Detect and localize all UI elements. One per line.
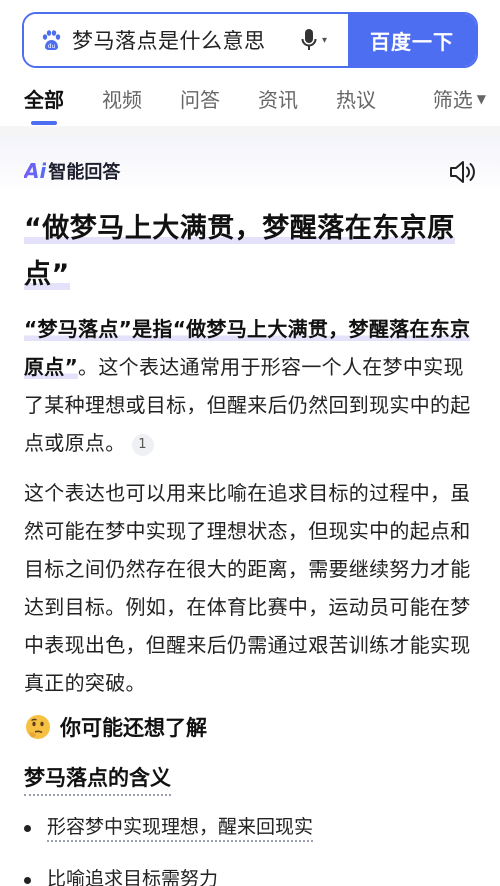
tab-all[interactable]: 全部 [24,84,64,113]
list-item[interactable]: 形容梦中实现理想，醒来回现实 [24,814,476,842]
svg-text:du: du [48,43,56,50]
search-button[interactable]: 百度一下 [348,14,476,66]
related-heading: 你可能还想了解 [24,712,476,742]
ai-header: Ai 智能回答 [24,136,476,206]
list-item-text: 比喻追求目标需努力 [47,866,218,886]
search-query-text[interactable]: 梦马落点是什么意思 [72,25,294,55]
section-divider [0,126,500,136]
ai-brand: Ai 智能回答 [24,158,120,184]
answer-title: “做梦马上大满贯，梦醒落在东京原 点” [24,206,476,298]
speaker-icon[interactable] [448,158,476,186]
search-input[interactable]: du 梦马落点是什么意思 ▾ [24,14,348,66]
microphone-icon[interactable] [298,27,320,53]
ai-brand-label: 智能回答 [48,162,121,183]
answer-paragraph-1: “梦马落点”是指“做梦马上大满贯，梦醒落在东京原点”。这个表达通常用于形容一个人… [24,310,476,462]
tab-video[interactable]: 视频 [102,84,142,113]
thinking-face-icon [24,713,52,741]
related-list: 形容梦中实现理想，醒来回现实 比喻追求目标需努力 [24,814,476,886]
related-subtitle-link[interactable]: 梦马落点的含义 [24,762,171,796]
ai-logo-icon: Ai [24,159,47,183]
baidu-paw-icon: du [38,27,64,53]
ai-answer-card: Ai 智能回答 “做梦马上大满贯，梦醒落在东京原 点” “梦马落点”是指“做梦马… [0,136,500,886]
related-heading-text: 你可能还想了解 [60,716,207,740]
tab-qa[interactable]: 问答 [180,84,220,113]
list-item[interactable]: 比喻追求目标需努力 [24,866,476,886]
search-bar: du 梦马落点是什么意思 ▾ 百度一下 [22,12,478,68]
caret-down-icon: ▼ [476,91,486,106]
filter-label: 筛选 [432,88,473,112]
answer-title-line2: 点” [24,259,70,290]
result-tabs: 全部 视频 问答 资讯 热议 筛选 ▼ [24,84,486,124]
tab-discussion[interactable]: 热议 [336,84,376,113]
list-item-text: 形容梦中实现理想，醒来回现实 [47,814,314,842]
citation-badge[interactable]: 1 [131,434,154,456]
bullet-dot [24,824,31,832]
tab-news[interactable]: 资讯 [258,84,298,113]
answer-paragraph-2: 这个表达也可以用来比喻在追求目标的过程中，虽然可能在梦中实现了理想状态，但现实中… [24,481,471,695]
chevron-down-icon[interactable]: ▾ [322,35,327,46]
bullet-dot [24,876,31,884]
answer-definition-rest: 。这个表达通常用于形容一个人在梦中实现了某种理想或目标，但醒来后仍然回到现实中的… [24,355,471,455]
filter-button[interactable]: 筛选 ▼ [433,84,486,113]
answer-title-line1: “做梦马上大满贯，梦醒落在东京原 [24,213,455,244]
